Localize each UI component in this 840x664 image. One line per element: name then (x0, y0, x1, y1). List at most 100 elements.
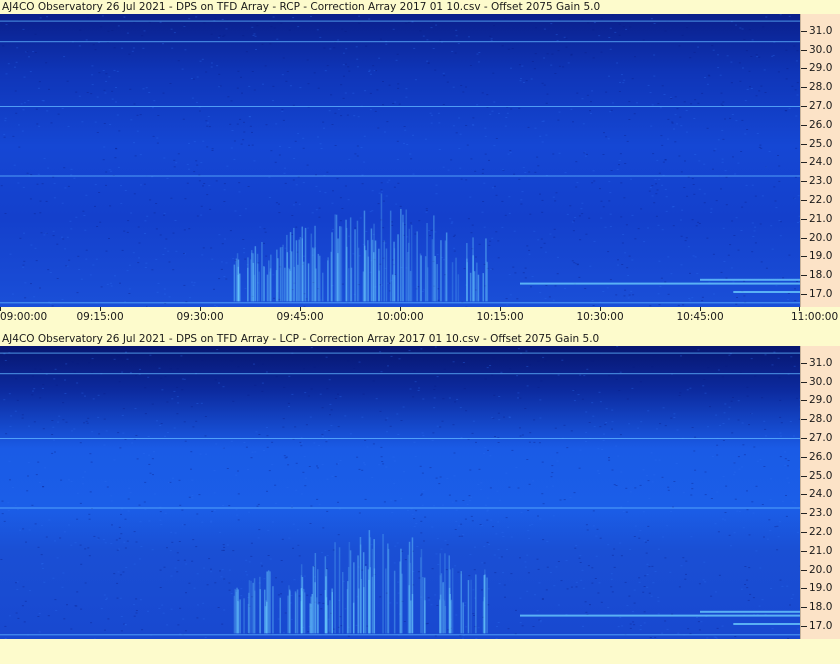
emission-streak (314, 247, 316, 302)
emission-streak (239, 273, 241, 302)
emission-streak (364, 566, 367, 634)
emission-streak (263, 266, 265, 302)
emission-streak (393, 248, 396, 302)
emission-streak (250, 259, 252, 302)
emission-streak (407, 242, 410, 302)
emission-streak (382, 534, 384, 634)
emission-streak (254, 246, 257, 302)
narrowband-line (733, 623, 800, 625)
emission-streak (239, 599, 241, 634)
y-tick (801, 381, 807, 383)
y-tick (801, 293, 807, 295)
emission-streak (335, 214, 338, 302)
emission-streak (247, 257, 249, 302)
emission-streak (422, 577, 424, 634)
emission-streak (476, 262, 478, 302)
emission-streak (357, 588, 360, 634)
y-tick-label: 17.0 (809, 287, 833, 300)
emission-streak (304, 592, 306, 634)
emission-streak (385, 568, 387, 634)
emission-streak (363, 587, 365, 634)
emission-streak (475, 574, 477, 634)
emission-streak (327, 260, 329, 302)
emission-streak (348, 542, 351, 634)
y-tick-label: 28.0 (809, 81, 833, 94)
y-tick-label: 23.0 (809, 507, 833, 520)
y-tick-label: 24.0 (809, 156, 833, 169)
y-tick-label: 24.0 (809, 488, 833, 501)
emission-streak (304, 227, 307, 302)
emission-streak (411, 594, 414, 634)
x-axis: 09:00:00 09:15:00 09:30:00 09:45:00 10:00:00… (0, 307, 840, 327)
emission-streak (424, 256, 427, 302)
y-tick-label: 19.0 (809, 582, 833, 595)
y-tick (801, 494, 807, 496)
y-tick-label: 31.0 (809, 356, 833, 369)
y-tick (801, 68, 807, 70)
emission-streak (284, 267, 286, 302)
y-tick-label: 22.0 (809, 193, 833, 206)
emission-streak (360, 579, 363, 634)
emission-streak (353, 562, 355, 634)
emission-streak (402, 214, 404, 302)
emission-streak (334, 214, 336, 302)
emission-streak (462, 602, 464, 634)
y-tick (801, 124, 807, 126)
y-tick (801, 438, 807, 440)
emission-streak (322, 272, 324, 302)
emission-streak (477, 274, 480, 302)
emission-streak (405, 209, 407, 302)
y-tick-label: 23.0 (809, 175, 833, 188)
emission-streak (410, 600, 412, 634)
emission-streak (357, 247, 360, 302)
spectrogram-plot (0, 346, 800, 639)
y-tick (801, 181, 807, 183)
spectrogram-background (0, 14, 800, 307)
interference-line (0, 373, 800, 375)
y-tick-label: 17.0 (809, 619, 833, 632)
emission-streak (286, 234, 288, 302)
y-tick-label: 29.0 (809, 394, 833, 407)
y-tick (801, 569, 807, 571)
emission-streak (312, 247, 314, 302)
emission-streak (310, 596, 312, 634)
emission-streak (387, 543, 389, 634)
emission-streak (448, 555, 450, 634)
y-tick-label: 27.0 (809, 432, 833, 445)
emission-streak (272, 586, 274, 634)
emission-streak (363, 210, 366, 302)
x-tick-label: 10:30:00 (576, 311, 624, 323)
narrowband-line (700, 278, 800, 281)
emission-streak (339, 226, 341, 302)
emission-streak (282, 244, 284, 302)
emission-streak (440, 240, 442, 302)
emission-streak (436, 264, 438, 302)
emission-streak (347, 581, 349, 634)
y-tick-label: 20.0 (809, 563, 833, 576)
y-tick-label: 28.0 (809, 413, 833, 426)
emission-streak (254, 590, 256, 634)
emission-streak (451, 262, 454, 302)
emission-streak (365, 250, 367, 302)
emission-streak (374, 240, 377, 302)
y-tick (801, 218, 807, 220)
emission-streak (472, 237, 474, 302)
emission-streak (419, 253, 422, 302)
y-tick (801, 237, 807, 239)
emission-streak (420, 557, 422, 634)
emission-streak (457, 274, 460, 302)
emission-streak (433, 215, 435, 302)
emission-streak (483, 597, 485, 634)
y-tick (801, 456, 807, 458)
narrowband-line (520, 282, 800, 285)
emission-streak (473, 271, 476, 302)
emission-streak (331, 588, 333, 634)
interference-line (0, 352, 800, 354)
emission-streak (293, 266, 295, 302)
emission-streak (455, 257, 457, 302)
y-tick (801, 275, 807, 277)
emission-streak (261, 242, 263, 302)
interference-line (0, 106, 800, 107)
emission-streak (314, 553, 317, 634)
emission-streak (329, 600, 331, 634)
